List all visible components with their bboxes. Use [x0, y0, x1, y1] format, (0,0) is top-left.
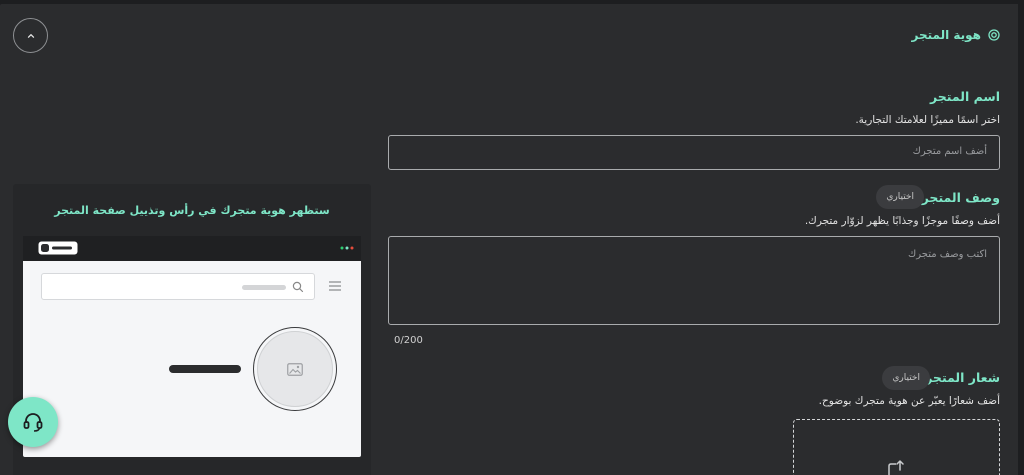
mock-search-text-line	[242, 285, 286, 290]
store-description-description: أضف وصفًا موجزًا وجذابًا يظهر لزوّار متج…	[804, 215, 1000, 227]
hamburger-menu-icon	[329, 281, 341, 291]
mock-logo-pill	[38, 241, 78, 255]
status-dots-icon	[340, 246, 354, 250]
section-title: هوية المتجر	[911, 28, 981, 42]
preview-caption: ستظهر هوية متجرك في رأس وتذييل صفحة المت…	[54, 204, 330, 217]
store-identity-panel: هوية المتجر اسم المتجر اختر اسمًا مميزًا…	[0, 4, 1018, 475]
store-name-input[interactable]: أضف اسم متجرك	[388, 135, 1000, 170]
upload-image-icon	[888, 459, 904, 475]
mock-page-body	[23, 261, 361, 457]
store-description-textarea[interactable]: اكتب وصف متجرك	[388, 236, 1000, 325]
section-header: هوية المتجر	[912, 28, 1000, 42]
mock-store-preview	[23, 236, 361, 461]
store-name-label: اسم المتجر	[930, 89, 1000, 104]
character-counter: 0/200	[394, 335, 423, 346]
logo-upload-dropzone[interactable]	[793, 419, 1000, 475]
image-placeholder-icon	[287, 362, 303, 376]
mock-topbar	[23, 236, 361, 261]
store-description-label: وصف المتجر	[921, 190, 1000, 205]
target-icon	[988, 29, 1000, 41]
headset-icon	[23, 413, 43, 432]
mock-search-bar	[41, 273, 315, 300]
store-description-placeholder: اكتب وصف متجرك	[908, 249, 987, 260]
collapse-button[interactable]	[13, 18, 48, 53]
store-name-description: اختر اسمًا مميزًا لعلامتك التجارية.	[855, 114, 1000, 126]
store-logo-label: شعار المتجر	[925, 370, 1000, 385]
store-logo-optional-badge: اختياري	[882, 366, 930, 390]
support-chat-button[interactable]	[8, 397, 58, 447]
search-icon	[292, 281, 304, 293]
store-name-placeholder: أضف اسم متجرك	[912, 146, 987, 157]
store-description-optional-badge: اختياري	[876, 185, 924, 209]
identity-preview-card: ستظهر هوية متجرك في رأس وتذييل صفحة المت…	[13, 184, 371, 475]
chevron-up-icon	[27, 33, 34, 38]
mock-store-name-bar	[169, 365, 241, 373]
mock-logo-circle	[253, 327, 337, 411]
store-logo-description: أضف شعارًا يعبّر عن هوية متجرك بوضوح.	[818, 395, 1000, 407]
